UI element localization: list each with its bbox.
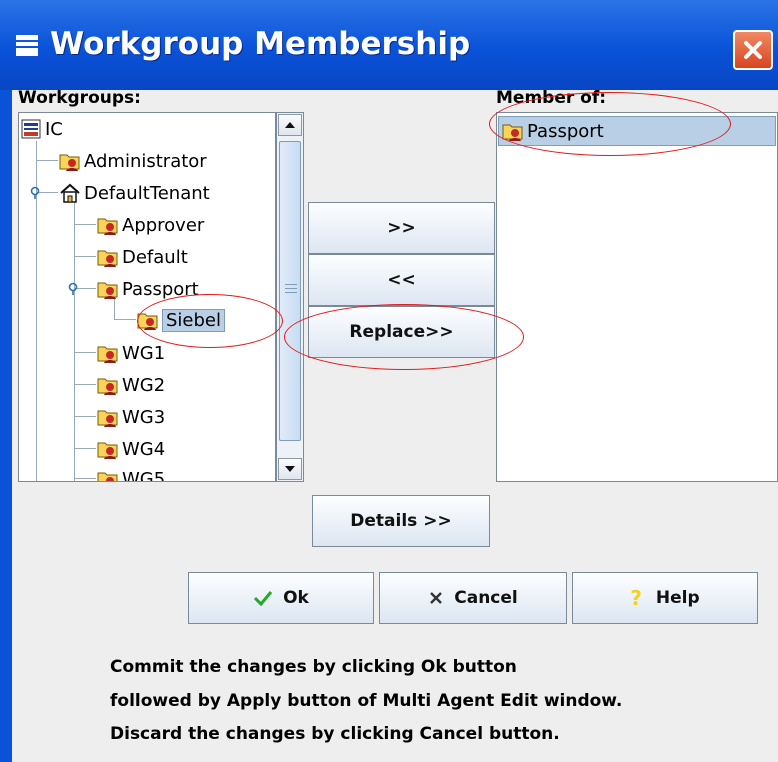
tree-line xyxy=(74,352,96,353)
tree-node-label: Approver xyxy=(122,214,205,236)
tree-line xyxy=(74,256,96,257)
tree-node-administrator[interactable]: Administrator xyxy=(59,147,207,175)
arrow-down-icon xyxy=(285,466,295,472)
title-bar[interactable]: Workgroup Membership xyxy=(0,0,778,90)
workgroup-folder-icon xyxy=(502,124,523,141)
tree-node-ic[interactable]: IC xyxy=(20,115,63,143)
tree-line xyxy=(74,203,75,481)
tree-node-label: IC xyxy=(45,118,63,140)
message-line-3: Discard the changes by clicking Cancel b… xyxy=(110,724,560,744)
tree-node-approver[interactable]: Approver xyxy=(97,211,204,239)
tree-node-wg3[interactable]: WG3 xyxy=(97,403,165,431)
cancel-label: Cancel xyxy=(454,588,518,608)
tree-line xyxy=(74,448,96,449)
workgroup-folder-icon xyxy=(137,313,158,330)
tree-node-passport[interactable]: Passport xyxy=(97,275,199,303)
tree-node-label: Default xyxy=(122,246,188,268)
tree-node-label: WG4 xyxy=(122,438,166,460)
window-title: Workgroup Membership xyxy=(50,26,471,62)
tree-node-label: DefaultTenant xyxy=(84,182,210,204)
expanded-handle-icon[interactable] xyxy=(30,186,44,200)
member-item-label: Passport xyxy=(527,120,604,142)
details-button[interactable]: Details >> xyxy=(312,495,490,547)
ic-root-icon xyxy=(21,119,41,139)
remove-button[interactable]: << xyxy=(308,254,495,306)
member-of-list[interactable]: Passport xyxy=(496,112,778,482)
tree-node-default[interactable]: Default xyxy=(97,243,188,271)
tree-node-defaulttenant[interactable]: DefaultTenant xyxy=(59,179,210,207)
workgroup-folder-icon xyxy=(97,378,118,395)
tree-node-label: Passport xyxy=(122,278,199,300)
message-line-2: followed by Apply button of Multi Agent … xyxy=(110,691,623,711)
workgroup-folder-icon xyxy=(97,346,118,363)
checkmark-icon xyxy=(254,591,273,607)
add-button[interactable]: >> xyxy=(308,202,495,254)
workgroup-folder-icon xyxy=(97,250,118,267)
cancel-x-icon xyxy=(430,592,443,604)
tree-scrollbar[interactable] xyxy=(276,112,304,482)
replace-button[interactable]: Replace>> xyxy=(308,306,495,358)
grip-line xyxy=(285,292,297,293)
scroll-down-button[interactable] xyxy=(278,458,302,480)
message-line-1: Commit the changes by clicking Ok button xyxy=(110,657,517,677)
workgroup-folder-icon xyxy=(97,472,118,481)
tree-line xyxy=(74,416,96,417)
workgroup-folder-icon xyxy=(59,154,80,171)
member-item-passport[interactable]: Passport xyxy=(498,116,776,146)
house-icon xyxy=(60,183,80,203)
workgroups-label: Workgroups: xyxy=(18,88,141,108)
tree-node-label: WG5 xyxy=(122,468,166,482)
scroll-up-button[interactable] xyxy=(278,114,302,136)
workgroup-folder-icon xyxy=(97,442,118,459)
expanded-handle-icon[interactable] xyxy=(68,282,82,296)
tree-node-label: WG1 xyxy=(122,342,166,364)
workgroup-folder-icon xyxy=(97,410,118,427)
tree-node-label: Administrator xyxy=(84,150,207,172)
tree-node-siebel[interactable]: Siebel xyxy=(137,306,226,334)
close-icon xyxy=(744,41,762,59)
tree-node-label: WG2 xyxy=(122,374,166,396)
help-button[interactable]: ? Help xyxy=(572,572,758,624)
workgroup-folder-icon xyxy=(97,218,118,235)
workgroup-folder-icon xyxy=(97,282,118,299)
tree-node-label: WG3 xyxy=(122,406,166,428)
tree-node-wg1[interactable]: WG1 xyxy=(97,339,165,367)
tree-node-wg4[interactable]: WG4 xyxy=(97,435,165,463)
arrow-up-icon xyxy=(285,122,295,128)
ok-button[interactable]: Ok xyxy=(188,572,374,624)
close-button[interactable] xyxy=(733,30,773,70)
tree-line xyxy=(74,478,96,479)
grip-line xyxy=(285,284,297,285)
tree-line xyxy=(36,160,58,161)
tree-node-label: Siebel xyxy=(162,308,226,332)
window-border xyxy=(0,90,12,762)
cancel-button[interactable]: Cancel xyxy=(379,572,567,624)
window-icon xyxy=(16,35,38,56)
tree-line xyxy=(74,384,96,385)
ok-label: Ok xyxy=(283,588,309,608)
workgroups-tree[interactable]: IC Administrator DefaultTenant Approver … xyxy=(18,112,276,482)
help-question-icon: ? xyxy=(630,586,642,610)
tree-node-wg2[interactable]: WG2 xyxy=(97,371,165,399)
scroll-thumb[interactable] xyxy=(279,141,301,441)
tree-line xyxy=(114,319,136,320)
help-label: Help xyxy=(655,588,700,608)
tree-line xyxy=(74,224,96,225)
grip-line xyxy=(285,288,297,289)
member-of-label: Member of: xyxy=(496,88,607,108)
tree-node-wg5[interactable]: WG5 xyxy=(97,465,166,482)
